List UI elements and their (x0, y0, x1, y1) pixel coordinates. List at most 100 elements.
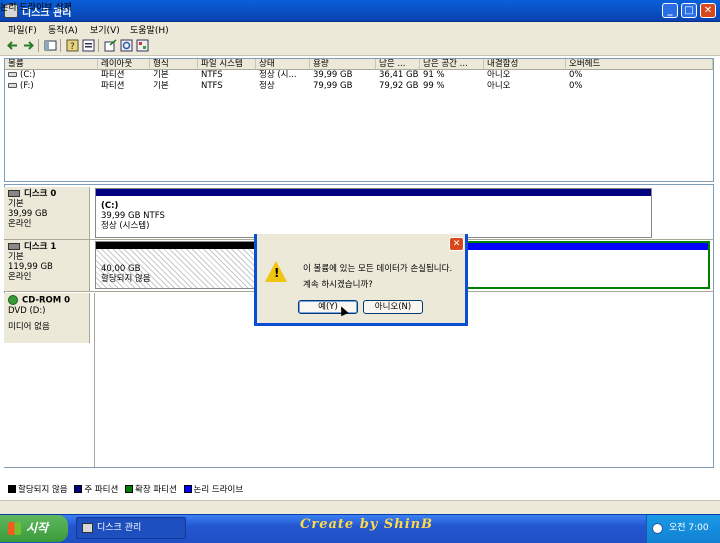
legend-swatch-primary (74, 485, 83, 493)
menu-view[interactable]: 보기(V) (90, 23, 120, 36)
dialog-close-button[interactable]: ✕ (449, 237, 464, 251)
legend-swatch-unallocated (8, 485, 16, 493)
type-cell: 기본 (153, 70, 169, 80)
windows-logo-icon (8, 522, 21, 535)
title-bar[interactable]: 디스크 관리 _ □ ✕ (0, 0, 720, 22)
partition-c-name: (C:) (101, 201, 119, 211)
disk-1-type: 기본 (8, 252, 24, 262)
volume-list[interactable]: 볼륨 레이아웃 형식 파일 시스템 상태 용량 남은 ... 남은 공간 ...… (4, 58, 714, 182)
disk-0-status: 온라인 (8, 219, 32, 229)
partition-c[interactable]: (C:) 39,99 GB NTFS 정상 (시스템) (95, 188, 652, 238)
status-cell: 정상 (시... (259, 70, 297, 80)
svg-text:?: ? (70, 42, 75, 52)
column-divider (94, 293, 95, 467)
refresh-icon[interactable] (120, 39, 133, 52)
table-row[interactable]: (C:) 파티션 기본 NTFS 정상 (시... 39,99 GB 36,41… (5, 70, 713, 81)
menu-bar: 파일(F) 동작(A) 보기(V) 도움말(H) (0, 22, 720, 36)
cdrom-0-type: DVD (D:) (8, 305, 46, 316)
type-cell: 기본 (153, 81, 169, 91)
free-space-cell: 36,41 GB (379, 70, 419, 80)
hard-disk-icon (8, 243, 20, 250)
drive-icon (8, 83, 17, 88)
partition-c-status: 정상 (시스템) (101, 221, 150, 231)
back-icon[interactable] (6, 39, 19, 52)
legend-logical: 논리 드라이브 (193, 485, 244, 495)
disk-0-name: 디스크 0 (24, 189, 57, 199)
table-row[interactable]: (F:) 파티션 기본 NTFS 정상 79,99 GB 79,92 GB 99… (5, 81, 713, 92)
hard-disk-icon (8, 190, 20, 197)
file-system-cell: NTFS (201, 81, 223, 91)
partition-c-info: 39,99 GB NTFS (101, 211, 165, 221)
help-icon[interactable]: ? (66, 39, 79, 52)
menu-action[interactable]: 동작(A) (48, 23, 78, 36)
free-percent-cell: 91 % (423, 70, 445, 80)
disk-1-status: 온라인 (8, 272, 32, 282)
taskbar-disk-management-button[interactable]: 디스크 관리 (76, 517, 186, 539)
column-header-layout[interactable]: 레이아웃 (98, 59, 150, 70)
toolbar-separator (38, 39, 39, 52)
column-header-volume[interactable]: 볼륨 (5, 59, 98, 70)
free-space-cell: 79,92 GB (379, 81, 419, 91)
cd-rom-icon (8, 295, 18, 305)
menu-help[interactable]: 도움말(H) (130, 23, 169, 36)
legend-swatch-logical (183, 485, 192, 493)
system-tray[interactable]: 오전 7:00 (646, 515, 720, 543)
dialog-message-line1: 이 볼륨에 있는 모든 데이터가 손실됩니다. (303, 264, 453, 274)
warning-exclamation-icon: ! (274, 266, 280, 280)
legend-extended: 확장 파티션 (135, 485, 177, 495)
file-system-cell: NTFS (201, 70, 223, 80)
yes-button[interactable]: 예(Y) (298, 300, 358, 314)
task-label: 디스크 관리 (97, 523, 142, 533)
unallocated-status: 할당되지 않음 (101, 274, 151, 284)
legend-swatch-extended (125, 485, 134, 493)
dialog-message-line2: 계속 하시겠습니까? (303, 280, 373, 290)
cdrom-0-status: 미디어 없음 (8, 321, 50, 332)
disk-0-size: 39,99 GB (8, 209, 48, 219)
disk-0-label[interactable]: 디스크 0 기본 39,99 GB 온라인 (4, 187, 90, 239)
column-header-overhead[interactable]: 오버헤드 (566, 59, 713, 70)
close-button[interactable]: ✕ (700, 3, 716, 18)
column-header-file-system[interactable]: 파일 시스템 (198, 59, 256, 70)
capacity-cell: 79,99 GB (313, 81, 353, 91)
column-header-capacity[interactable]: 용량 (310, 59, 376, 70)
export-icon[interactable] (104, 39, 117, 52)
layout-cell: 파티션 (101, 81, 125, 91)
volume-name-cell: (F:) (8, 81, 96, 92)
start-button[interactable]: 시작 (0, 515, 68, 542)
toolbar-separator (60, 39, 61, 52)
status-cell: 정상 (259, 81, 275, 91)
column-header-free-percent[interactable]: 남은 공간 ... (420, 59, 484, 70)
menu-file[interactable]: 파일(F) (8, 23, 37, 36)
toolbar-separator (98, 39, 99, 52)
cdrom-0-label[interactable]: CD-ROM 0 DVD (D:) 미디어 없음 (4, 293, 90, 343)
column-header-free-space[interactable]: 남은 ... (376, 59, 420, 70)
toolbar: ? (0, 36, 720, 56)
maximize-button[interactable]: □ (681, 3, 697, 18)
disk-1-name: 디스크 1 (24, 242, 57, 252)
column-header-type[interactable]: 형식 (150, 59, 198, 70)
layout-cell: 파티션 (101, 70, 125, 80)
tray-notification-icon[interactable] (652, 523, 663, 534)
column-header-fault-tolerance[interactable]: 내결함성 (484, 59, 566, 70)
settings-icon[interactable] (136, 39, 149, 52)
partition-unallocated[interactable]: 40,00 GB 할당되지 않음 (95, 241, 257, 289)
disk-management-icon (82, 523, 93, 533)
free-percent-cell: 99 % (423, 81, 445, 91)
no-button[interactable]: 아니오(N) (363, 300, 423, 314)
disk-0-type: 기본 (8, 199, 24, 209)
properties-icon[interactable] (82, 39, 95, 52)
dialog-title[interactable]: 논리 드라이브 삭제 (0, 0, 72, 13)
overhead-cell: 0% (569, 81, 583, 91)
volume-name-cell: (C:) (8, 70, 96, 81)
fault-tolerance-cell: 아니오 (487, 81, 511, 91)
fault-tolerance-cell: 아니오 (487, 70, 511, 80)
capacity-cell: 39,99 GB (313, 70, 353, 80)
start-label: 시작 (26, 521, 49, 535)
disk-1-label[interactable]: 디스크 1 기본 119,99 GB 온라인 (4, 240, 90, 292)
unallocated-info: 40,00 GB (101, 264, 141, 274)
minimize-button[interactable]: _ (662, 3, 678, 18)
forward-icon[interactable] (22, 39, 35, 52)
console-tree-icon[interactable] (44, 39, 57, 52)
clock[interactable]: 오전 7:00 (669, 523, 709, 533)
column-header-status[interactable]: 상태 (256, 59, 310, 70)
